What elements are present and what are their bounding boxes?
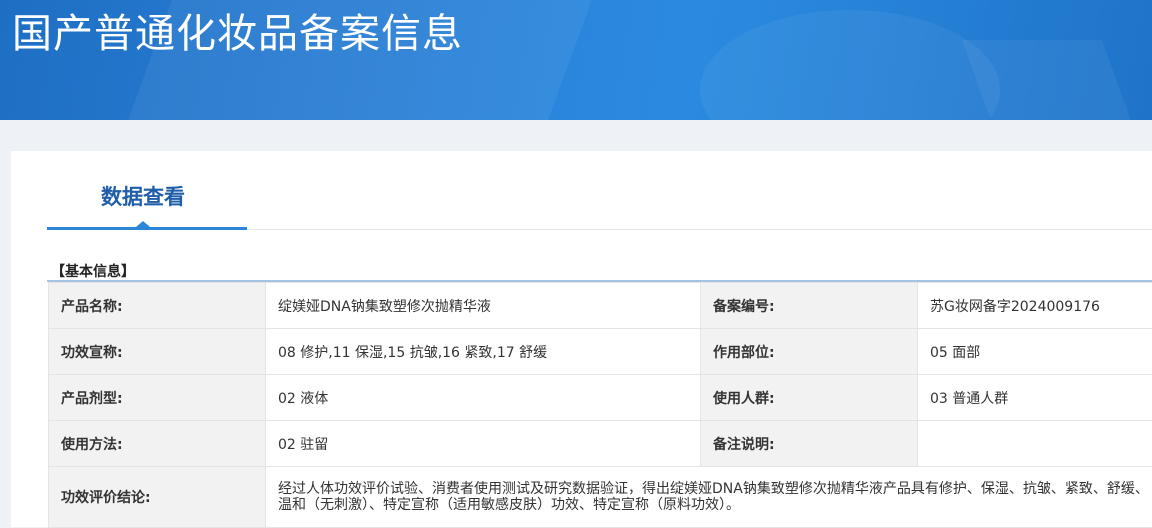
active-tab-underline [47, 227, 247, 230]
table-row: 使用方法: 02 驻留 备注说明: [49, 421, 1152, 467]
target-users-value: 03 普通人群 [918, 375, 1152, 421]
banner-decoration [700, 10, 1000, 120]
efficacy-claims-label: 功效宣称: [49, 329, 266, 375]
filing-number-label: 备案编号: [701, 283, 918, 329]
remarks-label: 备注说明: [701, 421, 918, 467]
usage-method-label: 使用方法: [49, 421, 266, 467]
tab-divider [247, 229, 1152, 230]
table-row: 产品名称: 绽媄娅DNA钠集致塑修次抛精华液 备案编号: 苏G妆网备字20240… [49, 283, 1152, 329]
filing-number-value: 苏G妆网备字2024009176 [918, 283, 1152, 329]
dosage-form-label: 产品剂型: [49, 375, 266, 421]
efficacy-conclusion-label: 功效评价结论: [49, 467, 266, 528]
application-area-value: 05 面部 [918, 329, 1152, 375]
dosage-form-value: 02 液体 [266, 375, 701, 421]
target-users-label: 使用人群: [701, 375, 918, 421]
basic-info-table: 产品名称: 绽媄娅DNA钠集致塑修次抛精华液 备案编号: 苏G妆网备字20240… [48, 282, 1152, 528]
product-name-value: 绽媄娅DNA钠集致塑修次抛精华液 [266, 283, 701, 329]
table-row: 功效评价结论: 经过人体功效评价试验、消费者使用测试及研究数据验证，得出绽媄娅D… [49, 467, 1152, 528]
product-name-label: 产品名称: [49, 283, 266, 329]
efficacy-claims-value: 08 修护,11 保湿,15 抗皱,16 紧致,17 舒缓 [266, 329, 701, 375]
banner-decoration [962, 40, 1138, 120]
table-row: 产品剂型: 02 液体 使用人群: 03 普通人群 [49, 375, 1152, 421]
content-card: 数据查看 【基本信息】 产品名称: 绽媄娅DNA钠集致塑修次抛精华液 备案编号:… [11, 151, 1152, 527]
efficacy-conclusion-value: 经过人体功效评价试验、消费者使用测试及研究数据验证，得出绽媄娅DNA钠集致塑修次… [266, 467, 1152, 528]
tab-data-view[interactable]: 数据查看 [101, 181, 185, 211]
table-row: 功效宣称: 08 修护,11 保湿,15 抗皱,16 紧致,17 舒缓 作用部位… [49, 329, 1152, 375]
page-title: 国产普通化妆品备案信息 [12, 6, 463, 62]
usage-method-value: 02 驻留 [266, 421, 701, 467]
application-area-label: 作用部位: [701, 329, 918, 375]
remarks-value [918, 421, 1152, 467]
section-title: 【基本信息】 [51, 261, 135, 281]
tab-bar: 数据查看 [47, 151, 1152, 231]
page-banner: 国产普通化妆品备案信息 [0, 0, 1152, 120]
